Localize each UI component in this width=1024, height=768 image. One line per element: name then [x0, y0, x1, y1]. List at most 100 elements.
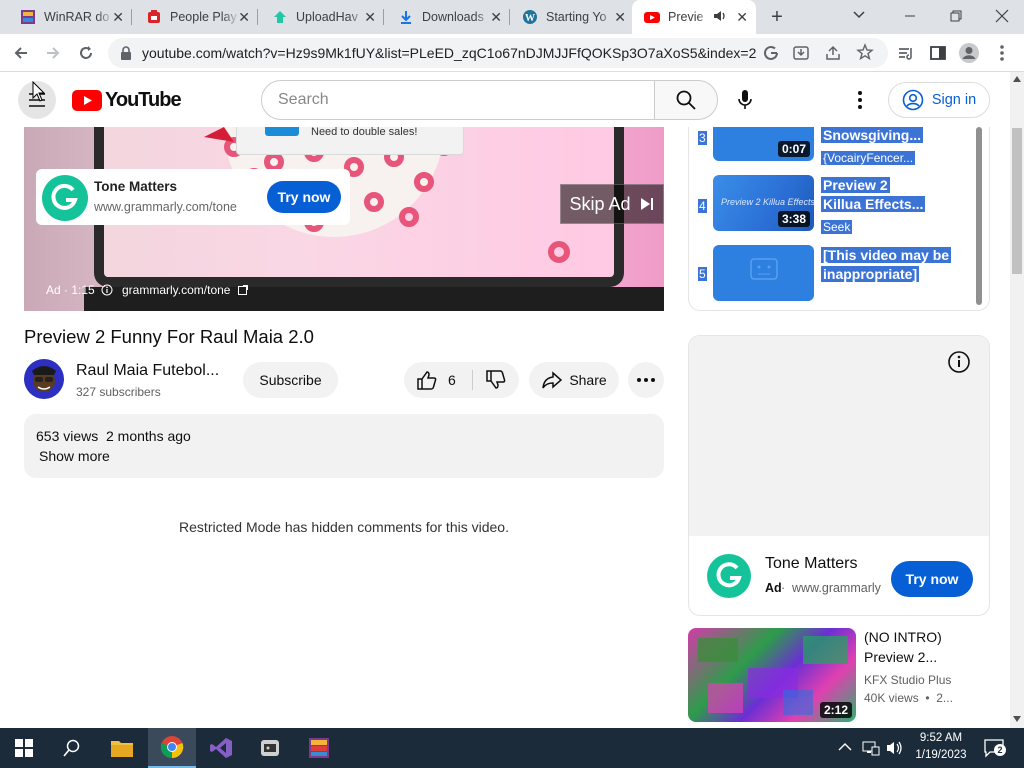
skip-ad-label: Skip Ad — [569, 193, 631, 214]
external-link-icon — [238, 285, 248, 295]
lock-icon[interactable] — [120, 46, 132, 65]
comments-restricted-note: Restricted Mode has hidden comments for … — [179, 519, 509, 535]
sign-in-button[interactable]: Sign in — [888, 82, 990, 118]
uploadhaven-icon — [272, 9, 288, 25]
like-button[interactable]: 6 — [404, 362, 472, 398]
recommended-meta: 40K views • 2... — [864, 691, 953, 705]
settings-more-icon[interactable] — [850, 89, 870, 111]
close-tab-icon[interactable]: ✕ — [364, 10, 376, 24]
network-icon[interactable] — [862, 740, 880, 756]
channel-name[interactable]: Raul Maia Futebol... — [76, 362, 219, 380]
page-scrollbar[interactable] — [1010, 72, 1024, 728]
close-tab-icon[interactable]: ✕ — [238, 10, 250, 24]
ad-url: www.grammarly.com/tone — [94, 200, 237, 214]
folder-icon — [111, 741, 133, 757]
install-app-icon[interactable] — [792, 44, 810, 67]
playlist-index: 4 — [698, 199, 707, 213]
sidebar-ad[interactable]: Tone Matters Ad · www.grammarly Try now — [688, 335, 990, 616]
profile-avatar-icon[interactable] — [958, 42, 980, 64]
reading-list-icon[interactable] — [895, 42, 917, 64]
ad-bottom-url[interactable]: grammarly.com/tone — [122, 283, 230, 297]
show-more-link[interactable]: Show more — [39, 448, 110, 464]
dislike-button[interactable] — [476, 362, 516, 398]
ad-overlay-card[interactable]: Tone Matters www.grammarly.com/tone Try … — [36, 169, 350, 225]
address-bar[interactable]: youtube.com/watch?v=Hz9s9Mk1fUY&list=PLe… — [108, 38, 888, 68]
tab-winrar[interactable]: WinRAR do ✕ — [8, 0, 132, 34]
app-taskbar-button[interactable] — [246, 728, 294, 768]
share-page-icon[interactable] — [824, 44, 842, 67]
subscribe-button[interactable]: Subscribe — [243, 362, 338, 398]
playlist-panel: 3 0:07 Snowsgiving... {VocairyFencer... … — [688, 127, 990, 311]
google-lens-icon[interactable] — [762, 44, 780, 67]
youtube-icon — [644, 9, 660, 25]
file-explorer-taskbar-button[interactable] — [98, 728, 146, 768]
video-player[interactable]: Need to double sales! Tone Matters www.g… — [24, 127, 664, 311]
scroll-down-arrow-icon[interactable] — [1013, 716, 1021, 722]
browser-menu-icon[interactable] — [991, 42, 1013, 64]
search-button[interactable] — [654, 80, 718, 120]
tab-search-chevron-icon[interactable] — [852, 7, 866, 24]
recommended-video[interactable]: 2:12 (NO INTRO) Preview 2... KFX Studio … — [688, 628, 990, 723]
notification-center-button[interactable]: 2 — [984, 738, 1006, 758]
tab-wordpress[interactable]: W Starting Yo ✕ — [510, 0, 634, 34]
youtube-logo[interactable]: YouTube — [72, 89, 182, 112]
duration-badge: 2:12 — [819, 702, 852, 718]
ad-info-icon[interactable] — [947, 350, 971, 374]
playlist-item[interactable]: 5 [This video may be inappropriate] — [689, 245, 979, 303]
thumbs-up-icon — [417, 371, 437, 390]
playlist-title: Snowsgiving... — [821, 127, 924, 143]
visual-studio-taskbar-button[interactable] — [197, 728, 245, 768]
view-count: 653 views — [36, 428, 99, 444]
forward-arrow-icon[interactable] — [42, 42, 64, 64]
skip-ad-button[interactable]: Skip Ad — [560, 184, 664, 224]
search-input[interactable]: Search — [261, 80, 655, 120]
sidebar-ad-try-now-button[interactable]: Try now — [891, 561, 973, 597]
tab-separator — [383, 9, 384, 25]
side-panel-icon[interactable] — [927, 42, 949, 64]
clock-date[interactable]: 1/19/2023 — [910, 749, 972, 761]
ad-try-now-button[interactable]: Try now — [267, 181, 341, 213]
volume-icon[interactable] — [886, 740, 904, 756]
playlist-title-line2: inappropriate] — [821, 266, 920, 282]
reload-icon[interactable] — [75, 42, 97, 64]
playlist-scrollbar[interactable] — [976, 127, 982, 305]
chrome-taskbar-button[interactable] — [148, 728, 196, 768]
speaker-icon[interactable] — [712, 9, 726, 26]
ad-popup-card: Need to double sales! — [236, 127, 464, 155]
ad-info-text: Ad · 1:15 — [46, 283, 95, 297]
page-scrollbar-thumb[interactable] — [1012, 128, 1022, 274]
back-arrow-icon[interactable] — [10, 42, 32, 64]
winrar-taskbar-button[interactable] — [295, 728, 343, 768]
tab-youtube-active[interactable]: Previe ✕ — [632, 0, 756, 34]
close-tab-icon[interactable]: ✕ — [614, 10, 626, 24]
voice-search-button[interactable] — [728, 80, 762, 120]
scroll-up-arrow-icon[interactable] — [1013, 76, 1021, 82]
close-tab-icon[interactable]: ✕ — [736, 10, 748, 24]
clock-time[interactable]: 9:52 AM — [916, 732, 966, 744]
restore-icon[interactable] — [946, 6, 966, 26]
playlist-item[interactable]: 3 0:07 Snowsgiving... {VocairyFencer... — [689, 127, 979, 167]
close-window-icon[interactable] — [992, 6, 1012, 26]
browser-tab-strip: WinRAR do ✕ People Play ✕ UploadHav ✕ Do… — [0, 0, 1024, 34]
visual-studio-icon — [210, 738, 232, 758]
minimize-icon[interactable] — [900, 6, 920, 26]
bookmark-star-icon[interactable] — [856, 43, 874, 66]
close-tab-icon[interactable]: ✕ — [112, 10, 124, 24]
more-actions-button[interactable] — [628, 362, 664, 398]
search-taskbar-button[interactable] — [48, 728, 96, 768]
description-box[interactable]: 653 views 2 months ago Show more — [24, 414, 664, 478]
notification-count-badge: 2 — [994, 744, 1006, 756]
playlist-item[interactable]: 4 Preview 2 Killua Effects 3:38 Preview … — [689, 175, 979, 234]
tab-people-play[interactable]: People Play ✕ — [134, 0, 258, 34]
tab-uploadhaven[interactable]: UploadHav ✕ — [260, 0, 384, 34]
recommended-channel: KFX Studio Plus — [864, 673, 952, 687]
new-tab-button[interactable]: + — [766, 6, 788, 28]
tab-downloads[interactable]: Downloads ✕ — [386, 0, 510, 34]
share-button[interactable]: Share — [529, 362, 619, 398]
search-icon — [63, 739, 80, 757]
channel-avatar[interactable] — [24, 359, 64, 399]
close-tab-icon[interactable]: ✕ — [490, 10, 502, 24]
show-hidden-icons-chevron-icon[interactable] — [838, 742, 852, 752]
windows-start-button[interactable] — [0, 728, 48, 768]
info-icon[interactable] — [101, 284, 113, 296]
